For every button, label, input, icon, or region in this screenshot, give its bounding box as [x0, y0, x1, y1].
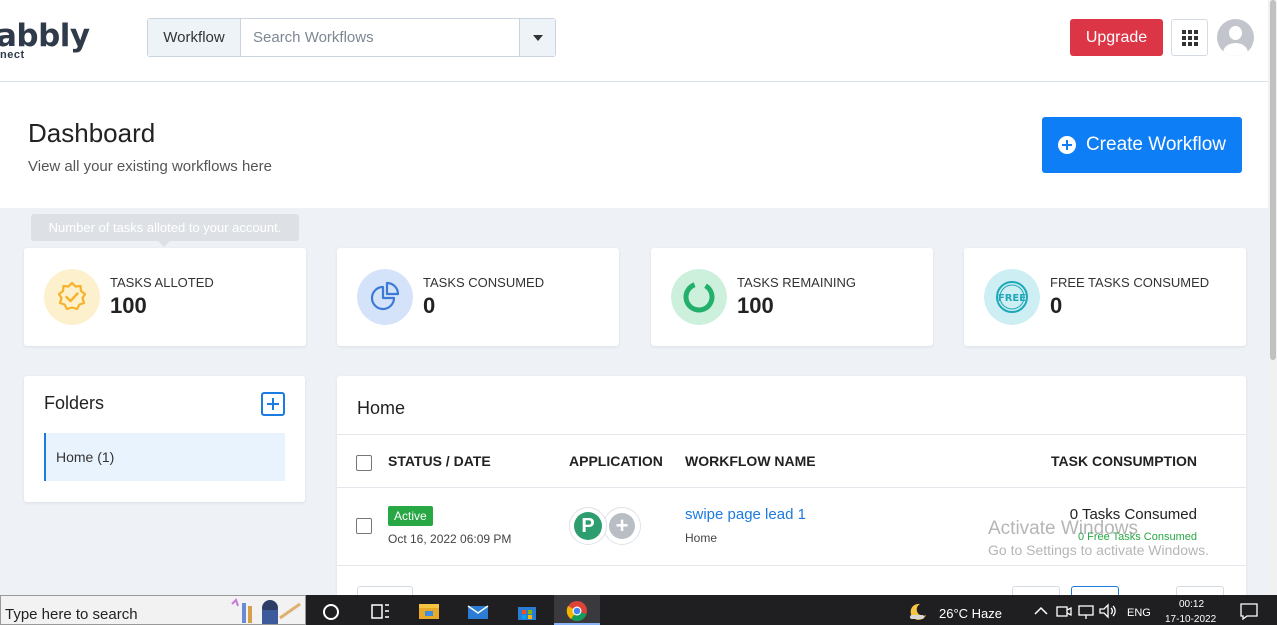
network-icon[interactable]	[1075, 601, 1097, 621]
select-all-checkbox[interactable]	[356, 455, 372, 471]
badge-check-icon	[44, 269, 100, 325]
cortana-icon[interactable]	[320, 601, 342, 621]
plus-circle-icon	[1057, 136, 1076, 154]
taskbar-search-placeholder: Type here to search	[5, 606, 138, 623]
column-header-status[interactable]: STATUS / DATE	[388, 453, 491, 469]
language-indicator[interactable]: ENG	[1127, 607, 1151, 619]
clock-time[interactable]: 00:12	[1179, 599, 1204, 610]
stat-value: 100	[110, 293, 147, 318]
workflows-panel: Home STATUS / DATE APPLICATION WORKFLOW …	[337, 376, 1246, 606]
user-avatar[interactable]	[1217, 19, 1254, 56]
task-view-icon[interactable]	[369, 601, 391, 621]
free-badge-icon: FREE	[984, 269, 1040, 325]
status-badge: Active	[388, 506, 433, 526]
stat-label: FREE TASKS CONSUMED	[1050, 275, 1210, 290]
create-workflow-button[interactable]: Create Workflow	[1042, 117, 1242, 173]
folder-item-home[interactable]: Home (1)	[44, 433, 285, 481]
weather-text[interactable]: 26°C Haze	[939, 606, 1002, 621]
workflow-folder: Home	[685, 531, 718, 545]
file-explorer-icon[interactable]	[418, 601, 440, 621]
stat-label: TASKS ALLOTED	[110, 275, 214, 290]
search-scope-label: Workflow	[148, 19, 241, 56]
windows-taskbar: Type here to search 26°C Haze ENG 00:12 …	[0, 595, 1277, 625]
caret-down-icon	[532, 34, 543, 41]
scrollbar-thumb[interactable]	[1270, 0, 1276, 360]
stat-value: 0	[1050, 293, 1063, 318]
chrome-taskbar-button[interactable]	[554, 595, 600, 625]
mail-icon[interactable]	[467, 601, 489, 621]
column-header-task-consumption[interactable]: TASK CONSUMPTION	[1051, 453, 1197, 469]
column-header-application[interactable]: APPLICATION	[569, 453, 663, 469]
tasks-alloted-tooltip: Number of tasks alloted to your account.	[31, 214, 299, 247]
svg-text:FREE: FREE	[998, 293, 1026, 304]
notifications-icon[interactable]	[1238, 601, 1260, 621]
add-app-icon: +	[603, 507, 641, 545]
pipedrive-app-icon: P	[569, 507, 607, 545]
search-dropdown-button[interactable]	[519, 19, 555, 56]
brand-logo-sub: nect	[0, 49, 25, 61]
activate-windows-watermark: Activate Windows Go to Settings to activ…	[988, 518, 1209, 558]
clock-date[interactable]: 17-10-2022	[1165, 614, 1216, 625]
stat-card-tasks-consumed: TASKS CONSUMED 0	[337, 248, 619, 346]
grid-icon	[1181, 29, 1198, 46]
folders-title: Folders	[44, 393, 105, 413]
row-checkbox[interactable]	[356, 518, 372, 534]
add-folder-button[interactable]	[261, 392, 285, 416]
folders-panel: Folders Home (1)	[24, 376, 305, 502]
stat-card-free-tasks: FREE FREE TASKS CONSUMED 0	[964, 248, 1246, 346]
create-workflow-label: Create Workflow	[1085, 134, 1227, 155]
search-input[interactable]	[241, 19, 519, 56]
volume-icon[interactable]	[1097, 601, 1119, 621]
ring-progress-icon	[671, 269, 727, 325]
page-header: Dashboard View all your existing workflo…	[0, 82, 1268, 208]
stat-label: TASKS CONSUMED	[423, 275, 545, 290]
page-subtitle: View all your existing workflows here	[28, 158, 272, 175]
row-date: Oct 16, 2022 06:09 PM	[388, 532, 512, 546]
store-icon[interactable]	[516, 601, 538, 621]
apps-menu-button[interactable]	[1171, 19, 1208, 56]
stat-value: 0	[423, 293, 436, 318]
page-title: Dashboard	[28, 118, 156, 148]
weather-moon-icon[interactable]	[906, 601, 928, 621]
stat-card-tasks-remaining: TASKS REMAINING 100	[651, 248, 933, 346]
top-navbar: abbly nect Workflow Upgrade	[0, 0, 1277, 82]
stat-value: 100	[737, 293, 774, 318]
upgrade-button[interactable]: Upgrade	[1070, 19, 1163, 56]
table-header: STATUS / DATE APPLICATION WORKFLOW NAME …	[337, 434, 1246, 488]
pie-chart-icon	[357, 269, 413, 325]
folder-heading: Home	[357, 398, 406, 418]
stat-label: TASKS REMAINING	[737, 275, 856, 290]
workflow-name-link[interactable]: swipe page lead 1	[685, 506, 806, 523]
stat-card-tasks-alloted: TASKS ALLOTED 100	[24, 248, 306, 346]
workflow-search: Workflow	[147, 18, 556, 57]
search-highlight-icon	[231, 598, 301, 624]
chevron-up-icon[interactable]	[1030, 601, 1052, 621]
meet-now-icon[interactable]	[1053, 601, 1075, 621]
chrome-icon	[566, 601, 587, 621]
column-header-workflow-name[interactable]: WORKFLOW NAME	[685, 453, 816, 469]
